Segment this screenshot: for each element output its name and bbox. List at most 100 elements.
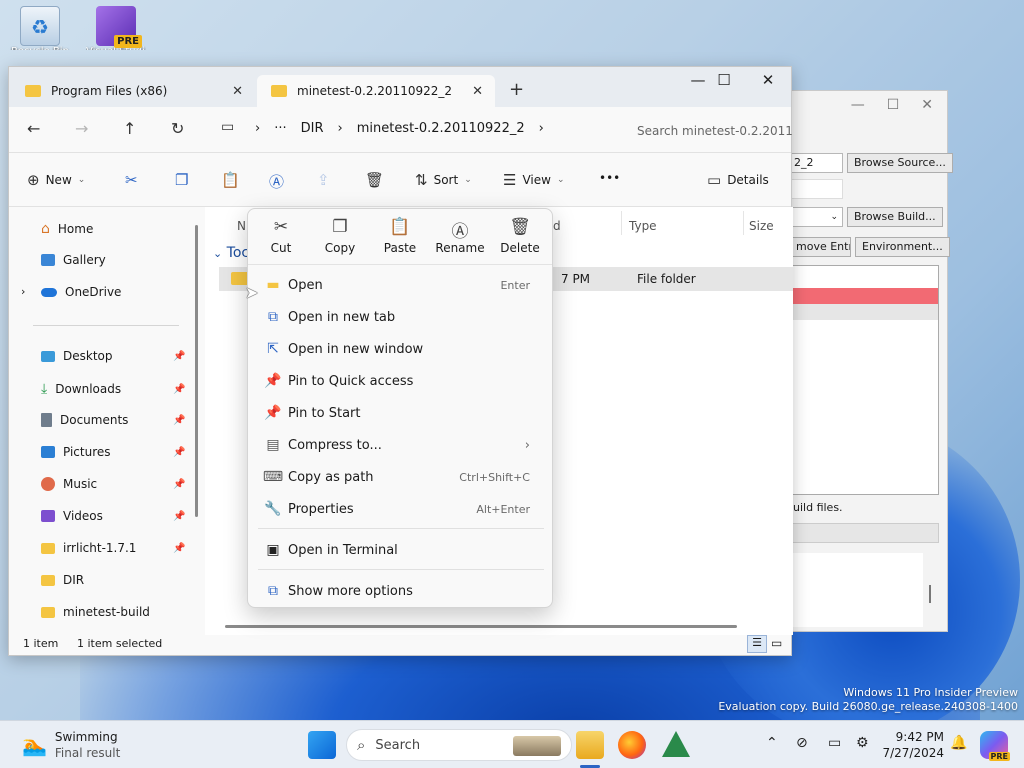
rename-icon[interactable]: Ⓐ	[269, 171, 284, 192]
start-button-windows-icon[interactable]	[308, 731, 336, 759]
menu-item-copy-as-path[interactable]: ⌨ Copy as path Ctrl+Shift+C	[258, 462, 544, 492]
show-hidden-icons-icon[interactable]: ⌃	[766, 735, 778, 751]
notification-bell-icon[interactable]: 🔔	[950, 735, 967, 751]
pin-icon[interactable]: 📌	[173, 511, 185, 522]
preset-dropdown[interactable]	[791, 179, 843, 199]
sidebar-item-dir[interactable]: DIR	[41, 573, 84, 587]
background-dialog[interactable]: — ☐ ✕ 2_2 Browse Source... ⌄ Browse Buil…	[789, 90, 953, 632]
close-button[interactable]: ✕	[745, 71, 791, 89]
details-view-icon[interactable]: ☰	[747, 635, 767, 653]
menu-item-open-new-tab[interactable]: ⧉ Open in new tab	[258, 302, 544, 332]
display-icon[interactable]: ▭	[828, 735, 841, 751]
search-input[interactable]: Search minetest-0.2.20110922_2	[637, 119, 793, 143]
desktop-icon-recycle-bin[interactable]: ♻ Recycle Bin	[10, 6, 70, 50]
pin-icon[interactable]: 📌	[173, 384, 185, 395]
sidebar-item-onedrive[interactable]: OneDrive	[41, 285, 121, 299]
tiles-view-icon[interactable]: ▭	[771, 636, 782, 650]
minimize-icon[interactable]: —	[851, 97, 865, 113]
sidebar-item-gallery[interactable]: Gallery	[41, 253, 106, 267]
cut-icon[interactable]: ✂	[125, 171, 138, 189]
browse-build-button[interactable]: Browse Build...	[847, 207, 943, 227]
menu-item-open-terminal[interactable]: ▣ Open in Terminal	[258, 535, 544, 565]
sidebar-item-pictures[interactable]: Pictures 📌	[41, 445, 185, 459]
file-explorer-taskbar-icon[interactable]	[576, 731, 604, 759]
tab-program-files[interactable]: Program Files (x86) ✕	[11, 75, 255, 107]
pin-icon[interactable]: 📌	[173, 447, 185, 458]
column-header-date[interactable]: d	[553, 219, 561, 233]
new-button[interactable]: ⊕ New ⌄	[27, 171, 85, 189]
sidebar-item-home[interactable]: ⌂ Home	[41, 221, 93, 237]
new-tab-icon[interactable]: +	[509, 79, 524, 100]
column-header-name[interactable]: N	[237, 219, 246, 233]
column-divider[interactable]	[621, 211, 622, 235]
view-button[interactable]: ☰ View ⌄	[503, 171, 564, 189]
cmake-icon[interactable]	[662, 731, 690, 759]
pin-icon[interactable]: 📌	[173, 415, 185, 426]
menu-item-open[interactable]: ▬ Open Enter	[258, 270, 544, 300]
breadcrumb-item-dir[interactable]: DIR	[301, 121, 324, 136]
back-arrow-icon[interactable]: ←	[27, 119, 40, 138]
details-button[interactable]: ▭ Details	[707, 171, 769, 189]
copilot-icon[interactable]: PRE	[980, 731, 1010, 761]
expand-chevron-icon[interactable]: ›	[21, 285, 25, 298]
column-header-size[interactable]: Size	[749, 219, 774, 233]
pin-icon[interactable]: 📌	[173, 543, 185, 554]
cut-button[interactable]: ✂ Cut	[251, 217, 311, 255]
settings-icon[interactable]: ⚙	[856, 735, 869, 751]
breadcrumb-item-current[interactable]: minetest-0.2.20110922_2	[357, 121, 525, 136]
environment-button[interactable]: Environment...	[855, 237, 950, 257]
menu-item-compress[interactable]: ▤ Compress to... ›	[258, 430, 544, 460]
more-options-icon[interactable]: •••	[599, 171, 620, 185]
source-path-field[interactable]: 2_2	[791, 153, 843, 173]
firefox-icon[interactable]	[618, 731, 646, 759]
copy-button[interactable]: ❐ Copy	[310, 217, 370, 255]
close-tab-icon[interactable]: ✕	[232, 84, 243, 99]
tab-minetest[interactable]: minetest-0.2.20110922_2 ✕	[257, 75, 495, 107]
widgets-button[interactable]: 🏊 Swimming Final result	[22, 729, 120, 761]
network-offline-icon[interactable]: ⊘	[796, 735, 808, 751]
menu-item-properties[interactable]: 🔧 Properties Alt+Enter	[258, 494, 544, 524]
context-menu[interactable]: ✂ Cut ❐ Copy 📋 Paste Ⓐ Rename 🗑 Delete ▬…	[247, 208, 553, 608]
sidebar-item-downloads[interactable]: ⤓ Downloads 📌	[41, 381, 185, 397]
maximize-icon[interactable]: ☐	[887, 97, 900, 113]
navigation-pane[interactable]: ⌂ Home Gallery › OneDrive Desktop 📌 ⤓ Do…	[9, 207, 203, 635]
delete-icon[interactable]: 🗑	[365, 171, 384, 189]
pin-icon[interactable]: 📌	[173, 479, 185, 490]
delete-button[interactable]: 🗑 Delete	[490, 217, 550, 255]
close-icon[interactable]: ✕	[921, 97, 933, 113]
build-path-dropdown[interactable]: ⌄	[791, 207, 843, 227]
menu-item-open-new-window[interactable]: ⇱ Open in new window	[258, 334, 544, 364]
nav-scrollbar[interactable]	[195, 225, 198, 517]
sidebar-item-videos[interactable]: Videos 📌	[41, 509, 185, 523]
copy-icon[interactable]: ❐	[175, 171, 188, 189]
column-header-type[interactable]: Type	[629, 219, 657, 233]
breadcrumb-overflow[interactable]: ···	[274, 121, 286, 136]
menu-item-show-more-options[interactable]: ⧉ Show more options	[258, 576, 544, 606]
group-header[interactable]: ⌄ Toc	[213, 245, 249, 261]
remove-entry-button[interactable]: move Entry	[789, 237, 851, 257]
this-pc-icon[interactable]: ▭	[221, 119, 234, 135]
up-arrow-icon[interactable]: ↑	[123, 119, 136, 138]
refresh-icon[interactable]: ↻	[171, 119, 184, 138]
pin-icon[interactable]: 📌	[173, 351, 185, 362]
horizontal-scrollbar[interactable]	[225, 625, 737, 628]
rename-button[interactable]: Ⓐ Rename	[430, 217, 490, 255]
share-icon[interactable]: ⇪	[317, 171, 330, 189]
list-item[interactable]	[792, 304, 938, 320]
column-divider[interactable]	[743, 211, 744, 235]
paste-icon[interactable]: 📋	[221, 171, 240, 189]
desktop-icon-visual-studio[interactable]: PRE Visual Studio	[86, 6, 146, 50]
maximize-button[interactable]: ☐	[701, 71, 747, 89]
forward-arrow-icon[interactable]: →	[75, 119, 88, 138]
sidebar-item-desktop[interactable]: Desktop 📌	[41, 349, 185, 363]
close-tab-icon[interactable]: ✕	[472, 84, 483, 99]
menu-item-pin-quick-access[interactable]: 📌 Pin to Quick access	[258, 366, 544, 396]
cache-variable-list[interactable]	[791, 265, 939, 495]
sidebar-item-documents[interactable]: Documents 📌	[41, 413, 185, 427]
sidebar-item-music[interactable]: Music 📌	[41, 477, 185, 491]
sort-button[interactable]: ⇅ Sort ⌄	[415, 171, 472, 189]
browse-source-button[interactable]: Browse Source...	[847, 153, 953, 173]
sidebar-item-minetest-build[interactable]: minetest-build	[41, 605, 150, 619]
menu-item-pin-start[interactable]: 📌 Pin to Start	[258, 398, 544, 428]
paste-button[interactable]: 📋 Paste	[370, 217, 430, 255]
